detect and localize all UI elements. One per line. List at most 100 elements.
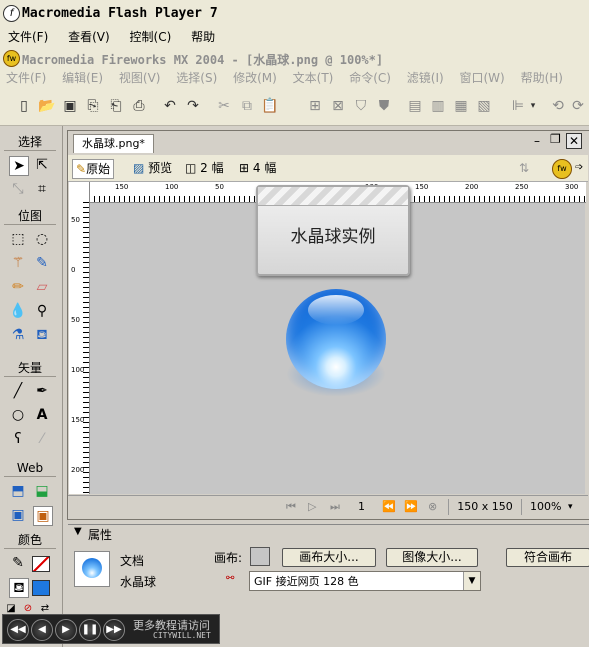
rotate-left-icon[interactable]: ⟲ (548, 96, 568, 116)
next-frame-icon[interactable]: ⏩ (404, 499, 418, 515)
fw-menu-modify[interactable]: 修改(M) (227, 69, 283, 88)
save-icon[interactable]: ▣ (60, 96, 80, 116)
rubber-stamp-icon[interactable]: ⚲ (33, 302, 51, 320)
tab-original[interactable]: ✎原始 (72, 159, 115, 179)
lasso-tool-icon[interactable]: ◌ (33, 230, 51, 248)
play-icon[interactable]: ▷ (308, 499, 316, 515)
quick-export-icon[interactable]: fw (552, 159, 572, 179)
step-back-icon[interactable]: ◀ (31, 619, 53, 641)
step-forward-icon[interactable]: ▶▶ (103, 619, 125, 641)
undo-icon[interactable]: ↶ (160, 96, 180, 116)
pause-icon[interactable]: ❚❚ (79, 619, 101, 641)
pen-tool-icon[interactable]: ✒ (33, 382, 51, 400)
redo-icon[interactable]: ↷ (183, 96, 203, 116)
crop-tool-icon[interactable]: ⌗ (33, 180, 51, 198)
group-icon[interactable]: ⊞ (305, 96, 325, 116)
split-icon[interactable]: ⛊ (374, 96, 394, 116)
paste-icon[interactable]: 📋 (260, 96, 280, 116)
image-size-button[interactable]: 图像大小... (386, 548, 478, 567)
crystal-ball-image[interactable] (286, 289, 386, 399)
brush-tool-icon[interactable]: ✎ (33, 254, 51, 272)
close-icon[interactable]: ✕ (566, 133, 582, 149)
send-backward-icon[interactable]: ▦ (451, 96, 471, 116)
knife-tool-icon[interactable]: ⁄ (33, 430, 51, 448)
export-icon[interactable]: ⎗ (106, 96, 126, 116)
zoom-level[interactable]: 100% (530, 499, 561, 515)
restore-icon[interactable]: ❐ (550, 132, 561, 146)
fw-menu-filter[interactable]: 滤镜(I) (401, 69, 450, 88)
send-back-icon[interactable]: ▧ (474, 96, 494, 116)
align-dropdown-icon[interactable]: ▾ (528, 96, 538, 116)
quick-export-arrow-icon[interactable]: ➩ (572, 159, 586, 177)
document-tab[interactable]: 水晶球.png* (73, 134, 154, 153)
chevron-down-icon[interactable]: ▼ (463, 572, 480, 590)
rotate-right-icon[interactable]: ⟳ (568, 96, 588, 116)
fw-menu-help[interactable]: 帮助(H) (515, 69, 569, 88)
bring-forward-icon[interactable]: ▥ (428, 96, 448, 116)
fw-menu-select[interactable]: 选择(S) (170, 69, 223, 88)
pointer-tool-icon[interactable]: ➤ (9, 156, 29, 176)
flash-menu-help[interactable]: 帮助 (183, 28, 223, 47)
tab-4-up[interactable]: ⊞ 4 幅 (236, 159, 279, 177)
marquee-tool-icon[interactable]: ⬚ (9, 230, 27, 248)
pencil-tool-icon[interactable]: ✏ (9, 278, 27, 296)
rewind-icon[interactable]: ◀◀ (7, 619, 29, 641)
fw-menu-text[interactable]: 文本(T) (287, 69, 340, 88)
copy-icon[interactable]: ⧉ (237, 96, 257, 116)
stroke-color-swatch[interactable] (32, 556, 50, 572)
subselect-tool-icon[interactable]: ⇱ (33, 156, 51, 174)
document-type-label: 文档 (120, 554, 145, 568)
freeform-tool-icon[interactable]: ʕ (9, 430, 27, 448)
text-tool-icon[interactable]: A (33, 406, 51, 424)
sort-icon[interactable]: ⇅ (516, 159, 532, 177)
ungroup-icon[interactable]: ⊠ (328, 96, 348, 116)
cut-icon[interactable]: ✂ (214, 96, 234, 116)
new-file-icon[interactable]: ▯ (14, 96, 34, 116)
properties-header[interactable]: ▼ 属性 (68, 524, 589, 544)
fw-menu-command[interactable]: 命令(C) (343, 69, 397, 88)
open-folder-icon[interactable]: 📂 (37, 96, 57, 116)
minimize-icon[interactable]: – (534, 134, 540, 148)
fw-menu-window[interactable]: 窗口(W) (454, 69, 511, 88)
print-icon[interactable]: ⎙ (129, 96, 149, 116)
zoom-dropdown-icon[interactable]: ▾ (568, 499, 573, 515)
flash-menu-file[interactable]: 文件(F) (0, 28, 56, 47)
last-frame-icon[interactable]: ⏭ (330, 499, 340, 515)
stroke-color-icon[interactable]: ✎ (9, 554, 27, 572)
ruler-vertical: 50 0 50 100 150 200 (69, 202, 90, 494)
fit-canvas-button[interactable]: 符合画布 (506, 548, 589, 567)
flash-menu-view[interactable]: 查看(V) (60, 28, 118, 47)
import-icon[interactable]: ⎘ (83, 96, 103, 116)
paint-bucket-icon[interactable]: ⛾ (33, 326, 51, 344)
scale-tool-icon[interactable]: ⤡ (9, 180, 27, 198)
canvas-size-button[interactable]: 画布大小... (282, 548, 376, 567)
eraser-tool-icon[interactable]: ▱ (33, 278, 51, 296)
show-slices-icon[interactable]: ▣ (33, 506, 53, 526)
magic-wand-icon[interactable]: ⚚ (9, 254, 27, 272)
slice-tool-icon[interactable]: ⬓ (33, 482, 51, 500)
collapse-arrow-icon[interactable]: ▼ (74, 526, 82, 537)
fw-menu-edit[interactable]: 编辑(E) (56, 69, 109, 88)
hotspot-tool-icon[interactable]: ⬒ (9, 482, 27, 500)
play-icon[interactable]: ▶ (55, 619, 77, 641)
fill-color-swatch[interactable] (32, 580, 50, 596)
flash-menu-control[interactable]: 控制(C) (122, 28, 180, 47)
stop-icon[interactable]: ⊗ (428, 499, 437, 515)
hide-slices-icon[interactable]: ▣ (9, 506, 27, 524)
optimize-select[interactable]: GIF 接近网页 128 色 ▼ (249, 571, 481, 591)
align-icon[interactable]: ⊫ (508, 96, 528, 116)
blur-tool-icon[interactable]: 💧 (9, 302, 27, 320)
tab-2-up[interactable]: ◫ 2 幅 (182, 159, 227, 177)
prev-frame-icon[interactable]: ⏪ (382, 499, 396, 515)
ellipse-tool-icon[interactable]: ○ (9, 406, 27, 424)
bring-front-icon[interactable]: ▤ (405, 96, 425, 116)
eyedropper-icon[interactable]: ⚗ (9, 326, 27, 344)
fw-menu-view[interactable]: 视图(V) (113, 69, 167, 88)
fw-menu-file[interactable]: 文件(F) (0, 69, 52, 88)
tab-preview[interactable]: ▨ 预览 (130, 159, 175, 177)
fill-color-icon[interactable]: ⛾ (9, 578, 29, 598)
line-tool-icon[interactable]: ╱ (9, 382, 27, 400)
first-frame-icon[interactable]: ⏮ (286, 499, 296, 515)
join-icon[interactable]: ⛉ (351, 96, 371, 116)
canvas-color-swatch[interactable] (250, 547, 270, 566)
